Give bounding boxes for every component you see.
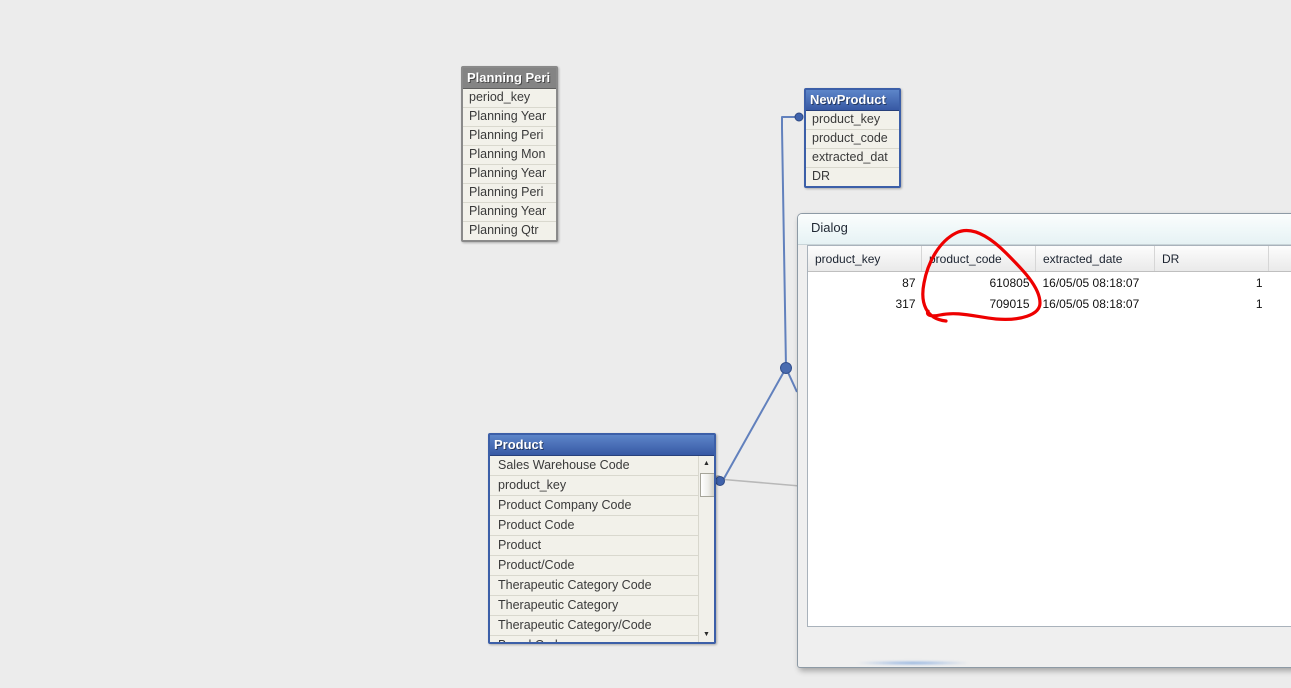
field-row[interactable]: Sales Warehouse Code <box>490 456 698 476</box>
link-junction-branch <box>785 367 798 393</box>
field-row[interactable]: Brand Code <box>490 636 698 642</box>
scrollbar-thumb[interactable] <box>700 473 714 497</box>
entity-new-product[interactable]: NewProduct product_key product_code extr… <box>804 88 901 188</box>
entity-product-fields: Sales Warehouse Code product_key Product… <box>490 456 698 642</box>
cell-product-key: 87 <box>808 271 922 293</box>
cell-product-code: 610805 <box>921 271 1036 293</box>
dialog-title: Dialog <box>811 220 848 235</box>
dialog-content-area: product_key product_code extracted_date … <box>807 245 1291 627</box>
entity-new-product-title[interactable]: NewProduct <box>806 90 899 111</box>
table-row[interactable]: 317 709015 16/05/05 08:18:07 1 <box>808 293 1291 314</box>
field-row[interactable]: DR <box>806 168 899 186</box>
field-row[interactable]: Therapeutic Category <box>490 596 698 616</box>
field-row[interactable]: Planning Peri <box>463 127 556 146</box>
link-junction-node <box>780 362 792 374</box>
field-row[interactable]: Therapeutic Category Code <box>490 576 698 596</box>
column-header-dr[interactable]: DR <box>1154 246 1269 272</box>
product-vertical-scrollbar[interactable]: ▲ ▼ <box>698 456 714 642</box>
entity-product[interactable]: Product Sales Warehouse Code product_key… <box>488 433 716 644</box>
entity-product-title[interactable]: Product <box>490 435 714 456</box>
field-row[interactable]: Planning Qtr <box>463 222 556 240</box>
grid-header-row: product_key product_code extracted_date … <box>808 246 1291 272</box>
cell-filler <box>1268 293 1291 314</box>
column-header-filler[interactable] <box>1268 246 1291 272</box>
field-row[interactable]: extracted_dat <box>806 149 899 168</box>
dialog-bottom-highlight <box>858 661 968 665</box>
diagram-canvas: Planning Peri period_key Planning Year P… <box>0 0 1291 688</box>
scroll-up-arrow-icon[interactable]: ▲ <box>699 456 714 471</box>
cell-dr: 1 <box>1154 293 1269 314</box>
cell-filler <box>1268 271 1291 293</box>
field-row[interactable]: Planning Year <box>463 203 556 222</box>
field-row[interactable]: Planning Year <box>463 165 556 184</box>
cell-product-code: 709015 <box>921 293 1036 314</box>
cell-product-key: 317 <box>808 293 922 314</box>
field-row[interactable]: product_code <box>806 130 899 149</box>
link-endpoint-product <box>715 476 725 486</box>
scroll-down-arrow-icon[interactable]: ▼ <box>699 627 714 642</box>
field-row[interactable]: Planning Peri <box>463 184 556 203</box>
cell-dr: 1 <box>1154 271 1269 293</box>
field-row[interactable]: Product/Code <box>490 556 698 576</box>
entity-planning-period-title[interactable]: Planning Peri <box>463 68 556 89</box>
field-row[interactable]: Product Code <box>490 516 698 536</box>
entity-new-product-fields: product_key product_code extracted_dat D… <box>806 111 899 186</box>
cell-extracted-date: 16/05/05 08:18:07 <box>1035 271 1155 293</box>
column-header-product-key[interactable]: product_key <box>808 246 922 272</box>
field-row[interactable]: product_key <box>490 476 698 496</box>
column-header-extracted-date[interactable]: extracted_date <box>1035 246 1155 272</box>
field-row[interactable]: Planning Year <box>463 108 556 127</box>
field-row[interactable]: Product <box>490 536 698 556</box>
column-header-product-code[interactable]: product_code <box>921 246 1036 272</box>
entity-product-field-area: Sales Warehouse Code product_key Product… <box>490 456 714 642</box>
field-row[interactable]: period_key <box>463 89 556 108</box>
field-row[interactable]: Planning Mon <box>463 146 556 165</box>
field-row[interactable]: Product Company Code <box>490 496 698 516</box>
field-row[interactable]: product_key <box>806 111 899 130</box>
entity-planning-period[interactable]: Planning Peri period_key Planning Year P… <box>461 66 558 242</box>
entity-planning-period-fields: period_key Planning Year Planning Peri P… <box>463 89 556 240</box>
table-row[interactable]: 87 610805 16/05/05 08:18:07 1 <box>808 271 1291 293</box>
link-endpoint-newproduct <box>794 112 804 122</box>
result-data-grid[interactable]: product_key product_code extracted_date … <box>808 246 1291 314</box>
field-row[interactable]: Therapeutic Category/Code <box>490 616 698 636</box>
cell-extracted-date: 16/05/05 08:18:07 <box>1035 293 1155 314</box>
dialog-window[interactable]: Dialog product_key product_code extracte… <box>797 213 1291 668</box>
